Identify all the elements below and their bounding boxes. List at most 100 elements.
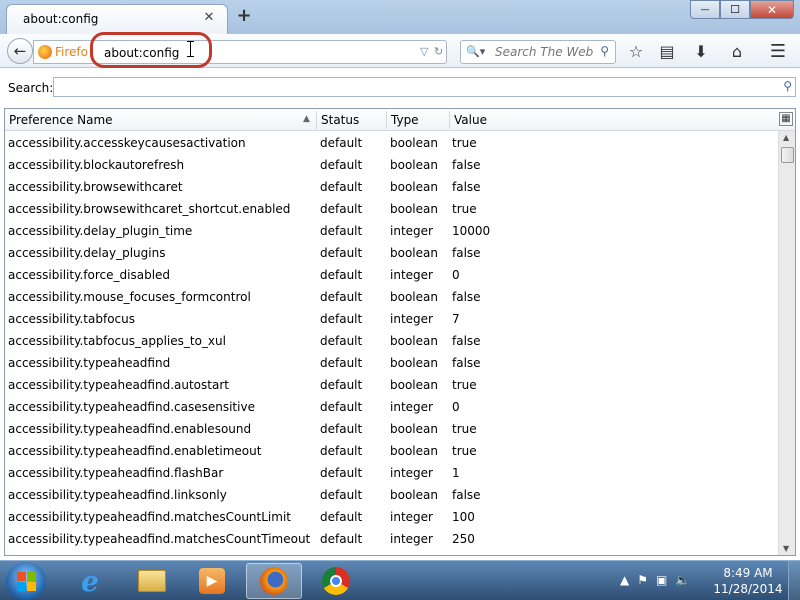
status-cell: default (320, 378, 363, 392)
volume-icon[interactable]: 🔈 (675, 573, 690, 587)
preference-name-cell: accessibility.typeaheadfind.enablesound (8, 422, 252, 436)
status-cell: default (320, 356, 363, 370)
table-row[interactable]: accessibility.browsewithcaret default bool… (5, 175, 779, 197)
search-bar[interactable]: 🔍▾ ⚲ (460, 40, 616, 64)
type-cell: boolean (390, 158, 438, 172)
internet-explorer-icon: e (81, 564, 99, 598)
tab-about-config[interactable]: about:config ✕ (6, 4, 228, 34)
table-row[interactable]: accessibility.typeaheadfind.linksonly def… (5, 483, 779, 505)
url-dropdown-icon[interactable]: ▽ (420, 45, 428, 58)
windows-taskbar: e ▶ ▲ ⚑ ▣ 🔈 8:49 AM 11/28/2014 (0, 560, 800, 600)
minimize-button[interactable]: — (690, 0, 720, 19)
table-row[interactable]: accessibility.delay_plugin_time default in… (5, 219, 779, 241)
maximize-button[interactable]: ☐ (720, 0, 750, 19)
value-cell: 1 (452, 466, 460, 480)
status-cell: default (320, 444, 363, 458)
reload-icon[interactable]: ↻ (434, 45, 443, 58)
column-divider[interactable] (449, 111, 450, 129)
column-divider[interactable] (386, 111, 387, 129)
table-row[interactable]: accessibility.typeaheadfind.casesensitiv… (5, 395, 779, 417)
scrollbar-thumb[interactable] (781, 147, 794, 163)
table-row[interactable]: accessibility.tabfocus_applies_to_xul def… (5, 329, 779, 351)
type-cell: boolean (390, 444, 438, 458)
status-cell: default (320, 180, 363, 194)
status-cell: default (320, 466, 363, 480)
back-button[interactable]: ← (7, 38, 33, 64)
value-cell: 0 (452, 268, 460, 282)
table-row[interactable]: accessibility.typeaheadfind.autostart def… (5, 373, 779, 395)
table-row[interactable]: accessibility.typeaheadfind.enabletimeou… (5, 439, 779, 461)
column-header-preference-name[interactable]: Preference Name (9, 113, 113, 127)
column-header-value[interactable]: Value (454, 113, 487, 127)
show-desktop-button[interactable] (788, 561, 800, 600)
taskbar-chrome[interactable] (308, 563, 364, 599)
preference-search-input[interactable] (53, 77, 796, 97)
column-header-status[interactable]: Status (321, 113, 359, 127)
search-engine-icon[interactable]: 🔍▾ (466, 45, 485, 58)
taskbar-media-player[interactable]: ▶ (184, 563, 240, 599)
column-divider[interactable] (316, 111, 317, 129)
search-label: Search: (8, 81, 54, 95)
status-cell: default (320, 334, 363, 348)
bookmarks-list-icon[interactable]: ▤ (656, 42, 678, 62)
status-cell: default (320, 422, 363, 436)
media-player-icon: ▶ (199, 568, 225, 594)
show-hidden-icons-icon[interactable]: ▲ (620, 573, 629, 587)
table-row[interactable]: accessibility.typeaheadfind.matchesCount… (5, 505, 779, 527)
vertical-scrollbar[interactable]: ▲ ▼ (778, 131, 795, 555)
scroll-down-icon[interactable]: ▼ (783, 544, 789, 553)
preference-name-cell: accessibility.typeaheadfind.autostart (8, 378, 229, 392)
table-header: Preference Name ▲ Status Type Value ▦ (5, 109, 795, 131)
table-row[interactable]: accessibility.typeaheadfind.enablesound d… (5, 417, 779, 439)
tab-close-icon[interactable]: ✕ (201, 10, 217, 26)
preference-name-cell: accessibility.tabfocus_applies_to_xul (8, 334, 226, 348)
table-row[interactable]: accessibility.delay_plugins default boolea… (5, 241, 779, 263)
new-tab-button[interactable]: + (234, 6, 254, 26)
firefox-icon (260, 567, 288, 595)
bookmark-star-icon[interactable]: ☆ (625, 42, 647, 62)
network-icon[interactable]: ▣ (656, 573, 667, 587)
status-cell: default (320, 532, 363, 546)
start-button[interactable] (6, 562, 46, 600)
web-search-input[interactable] (495, 45, 595, 59)
close-window-button[interactable]: ✕ (750, 0, 794, 19)
status-cell: default (320, 312, 363, 326)
taskbar-internet-explorer[interactable]: e (62, 563, 118, 599)
downloads-icon[interactable]: ⬇ (690, 42, 712, 62)
column-picker-icon[interactable]: ▦ (779, 112, 793, 126)
preference-name-cell: accessibility.browsewithcaret_shortcut.e… (8, 202, 291, 216)
value-cell: false (452, 158, 481, 172)
table-row[interactable]: accessibility.accesskeycausesactivation d… (5, 131, 779, 153)
column-header-type[interactable]: Type (391, 113, 419, 127)
table-row[interactable]: accessibility.blockautorefresh default boo… (5, 153, 779, 175)
preference-name-cell: accessibility.typeaheadfind (8, 356, 171, 370)
table-row[interactable]: accessibility.typeaheadfind.matchesCount… (5, 527, 779, 549)
type-cell: boolean (390, 136, 438, 150)
table-row[interactable]: accessibility.tabfocus default integer 7 (5, 307, 779, 329)
site-identity[interactable]: Firefo (38, 45, 88, 59)
table-row[interactable]: accessibility.force_disabled default integ… (5, 263, 779, 285)
type-cell: boolean (390, 356, 438, 370)
menu-icon[interactable]: ☰ (767, 42, 789, 62)
identity-label: Firefo (55, 45, 88, 59)
type-cell: boolean (390, 180, 438, 194)
home-icon[interactable]: ⌂ (726, 42, 748, 62)
text-cursor-icon (187, 41, 196, 57)
value-cell: true (452, 136, 477, 150)
taskbar-windows-explorer[interactable] (124, 563, 180, 599)
taskbar-firefox[interactable] (246, 563, 302, 599)
table-row[interactable]: accessibility.mouse_focuses_formcontrol d… (5, 285, 779, 307)
value-cell: false (452, 356, 481, 370)
table-row[interactable]: accessibility.browsewithcaret_shortcut.e… (5, 197, 779, 219)
preference-name-cell: accessibility.browsewithcaret (8, 180, 183, 194)
status-cell: default (320, 488, 363, 502)
preferences-table: Preference Name ▲ Status Type Value ▦ ac… (4, 108, 796, 556)
taskbar-clock[interactable]: 8:49 AM 11/28/2014 (712, 565, 784, 597)
table-row[interactable]: accessibility.typeaheadfind.flashBar defa… (5, 461, 779, 483)
firefox-badge-icon (38, 45, 52, 59)
table-row[interactable]: accessibility.typeaheadfind default boolea… (5, 351, 779, 373)
preference-name-cell: accessibility.typeaheadfind.flashBar (8, 466, 224, 480)
search-go-icon[interactable]: ⚲ (600, 44, 609, 58)
action-center-flag-icon[interactable]: ⚑ (637, 573, 648, 587)
scroll-up-icon[interactable]: ▲ (783, 133, 789, 142)
